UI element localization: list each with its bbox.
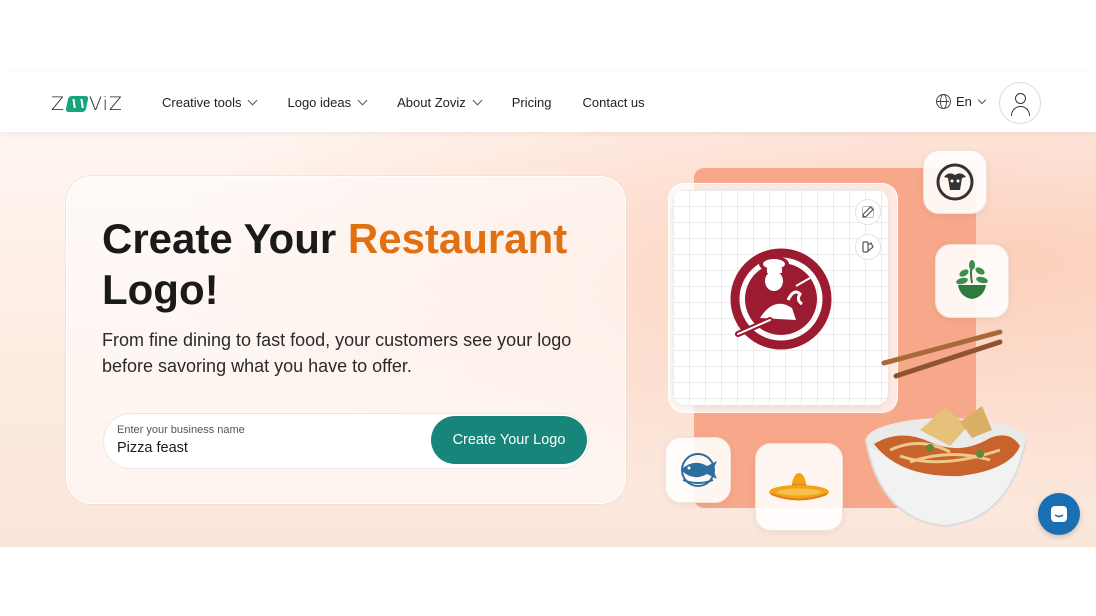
- chef-restaurant-logo-icon: [730, 248, 832, 350]
- chevron-down-icon: [472, 95, 483, 105]
- chevron-down-icon: [248, 95, 258, 105]
- bull-logo-tile[interactable]: [923, 150, 987, 214]
- chevron-down-icon: [357, 95, 368, 105]
- palette-icon[interactable]: [855, 234, 881, 260]
- nav-contact-us-label: Contact us: [582, 94, 645, 110]
- brand-mark-icon: [65, 96, 89, 112]
- edit-icon[interactable]: [855, 199, 881, 225]
- chevron-down-icon: [977, 95, 987, 105]
- chopsticks-icon: [881, 329, 1003, 379]
- fish-logo-tile[interactable]: [665, 437, 731, 503]
- sombrero-logo-tile[interactable]: [755, 443, 843, 531]
- user-account-button[interactable]: [999, 82, 1041, 124]
- title-end: Logo!: [102, 266, 219, 313]
- nav-logo-ideas[interactable]: Logo ideas: [287, 94, 368, 110]
- nav-logo-ideas-label: Logo ideas: [287, 94, 352, 110]
- brand-logo[interactable]: Z ViZ: [51, 93, 123, 115]
- create-logo-button[interactable]: Create Your Logo: [431, 416, 587, 464]
- hero-subtitle: From fine dining to fast food, your cust…: [102, 330, 572, 376]
- nav-about-zoviz[interactable]: About Zoviz: [397, 94, 483, 110]
- site-header: Z ViZ Creative tools Logo ideas About Zov…: [0, 72, 1096, 132]
- nav-contact-us[interactable]: Contact us: [583, 95, 645, 110]
- plant-bowl-logo-tile[interactable]: [935, 244, 1009, 318]
- nav-pricing[interactable]: Pricing: [512, 95, 552, 110]
- business-name-label: Enter your business name: [117, 424, 245, 436]
- page-title: Create Your Restaurant Logo!: [102, 213, 612, 315]
- title-accent: Restaurant: [347, 215, 568, 262]
- chat-button[interactable]: [1038, 493, 1080, 535]
- nav-pricing-label: Pricing: [511, 94, 552, 110]
- bull-logo-icon: [936, 163, 974, 201]
- language-label: En: [956, 94, 972, 109]
- title-start: Create Your: [102, 215, 348, 262]
- plant-bowl-logo-icon: [956, 260, 988, 299]
- hero-card: Create Your Restaurant Logo! From fine d…: [66, 176, 626, 504]
- user-icon-body: [1011, 106, 1030, 116]
- user-icon: [1015, 93, 1026, 104]
- main-nav: Creative tools Logo ideas About Zoviz Pr…: [162, 72, 676, 132]
- chat-icon: [1051, 506, 1067, 522]
- language-selector[interactable]: En: [936, 94, 987, 109]
- globe-icon: [936, 94, 951, 109]
- sombrero-logo-icon: [769, 473, 829, 501]
- nav-creative-tools-label: Creative tools: [162, 94, 242, 110]
- noodle-bowl-icon: [864, 406, 1028, 528]
- business-name-input[interactable]: [117, 440, 417, 456]
- fish-logo-icon: [681, 453, 717, 487]
- nav-creative-tools[interactable]: Creative tools: [162, 94, 258, 110]
- nav-about-zoviz-label: About Zoviz: [397, 94, 466, 110]
